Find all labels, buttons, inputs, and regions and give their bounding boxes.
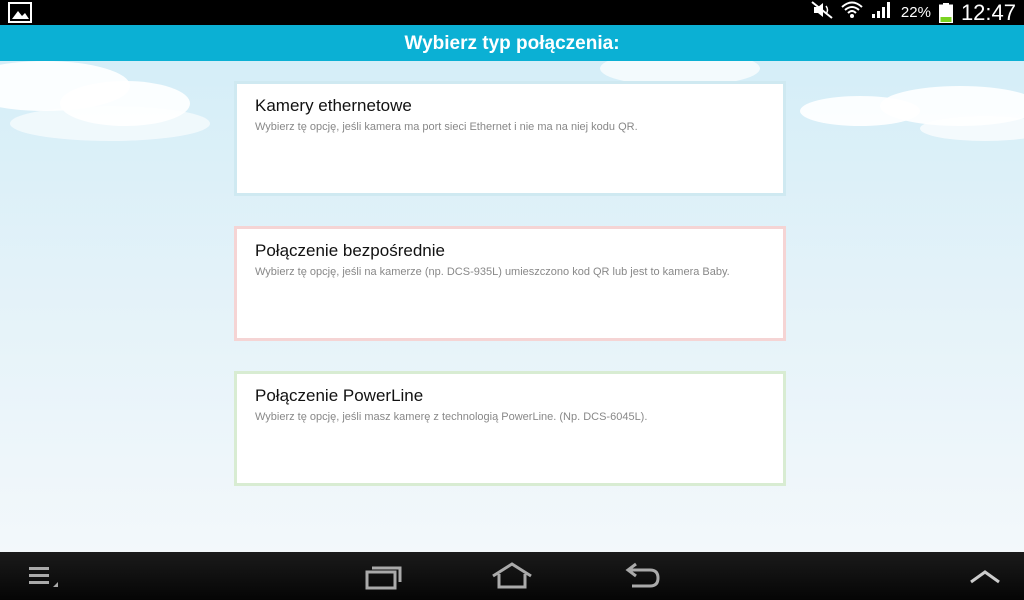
option-description: Wybierz tę opcję, jeśli kamera ma port s…	[255, 121, 638, 133]
option-direct-connection[interactable]: Połączenie bezpośrednie Wybierz tę opcję…	[234, 226, 786, 341]
image-icon	[8, 2, 32, 23]
connection-type-list: Kamery ethernetowe Wybierz tę opcję, jeś…	[0, 61, 1024, 552]
option-description: Wybierz tę opcję, jeśli na kamerze (np. …	[255, 266, 730, 278]
page-title: Wybierz typ połączenia:	[0, 25, 1024, 61]
clock: 12:47	[960, 0, 1016, 25]
cloud-decoration	[10, 106, 210, 141]
option-powerline-connection[interactable]: Połączenie PowerLine Wybierz tę opcję, j…	[234, 371, 786, 486]
back-icon[interactable]	[622, 560, 662, 592]
status-bar: 22% 12:47	[0, 0, 1024, 25]
battery-percent: 22%	[900, 4, 931, 21]
wifi-icon	[841, 1, 863, 24]
option-description: Wybierz tę opcję, jeśli masz kamerę z te…	[255, 411, 648, 423]
mute-icon	[811, 1, 833, 24]
option-title: Połączenie bezpośrednie	[255, 241, 445, 260]
menu-icon[interactable]	[26, 560, 60, 592]
signal-icon	[871, 1, 893, 24]
recent-apps-icon[interactable]	[362, 560, 404, 592]
expand-up-icon[interactable]	[966, 560, 1004, 592]
battery-icon	[938, 2, 953, 23]
option-title: Połączenie PowerLine	[255, 386, 424, 405]
option-ethernet-cameras[interactable]: Kamery ethernetowe Wybierz tę opcję, jeś…	[234, 81, 786, 196]
cloud-decoration	[920, 116, 1024, 141]
home-icon[interactable]	[490, 560, 534, 592]
option-title: Kamery ethernetowe	[255, 96, 412, 115]
navigation-bar	[0, 552, 1024, 600]
